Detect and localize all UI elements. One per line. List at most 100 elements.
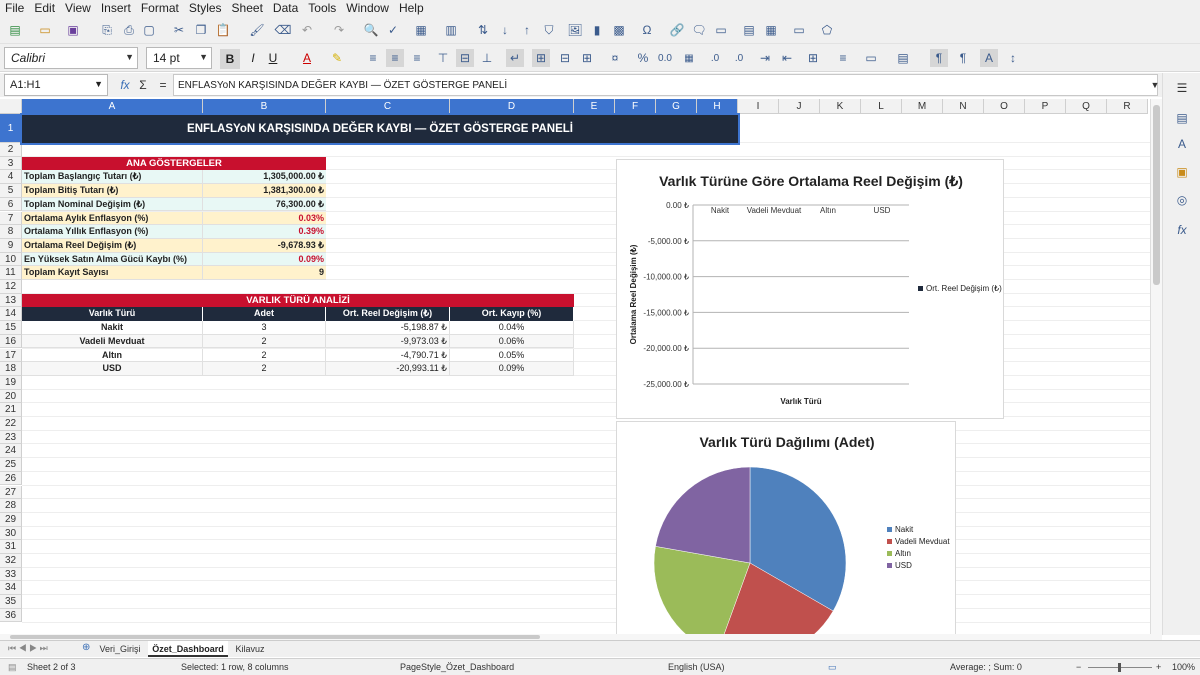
analysis-cell[interactable]: -5,198.87 ₺ — [326, 321, 450, 335]
row-header-36[interactable]: 36 — [0, 608, 22, 623]
column-header-A[interactable]: A — [22, 99, 203, 114]
add-sheet-icon[interactable]: ⊕ — [82, 642, 90, 653]
tab-navigation-arrows[interactable]: ⏮ ◀ ▶ ⏭ — [8, 643, 48, 654]
column-header-J[interactable]: J — [779, 99, 820, 114]
menu-tools[interactable]: Tools — [303, 0, 341, 17]
kpi-label[interactable]: Ortalama Yıllık Enflasyon (%) — [22, 225, 203, 239]
kpi-value[interactable]: 0.03% — [203, 211, 326, 226]
font-name-box[interactable]: Calibri ▼ — [4, 47, 138, 69]
row-header-1[interactable]: 1 — [0, 114, 22, 143]
properties-icon[interactable]: ▤ — [1173, 109, 1191, 127]
sum-icon[interactable]: Σ — [134, 76, 152, 94]
row-header-20[interactable]: 20 — [0, 389, 22, 404]
row-icon[interactable]: ▦ — [412, 21, 430, 39]
gallery-icon[interactable]: ▣ — [1173, 163, 1191, 181]
row-header-30[interactable]: 30 — [0, 526, 22, 541]
column-header-G[interactable]: G — [656, 99, 697, 114]
kpi-label[interactable]: En Yüksek Satın Alma Gücü Kaybı (%) — [22, 252, 203, 267]
kpi-section-header[interactable]: ANA GÖSTERGELER — [22, 156, 326, 171]
analysis-cell[interactable]: 0.09% — [450, 362, 574, 376]
row-header-14[interactable]: 14 — [0, 307, 22, 322]
highlight-color-icon[interactable]: ✎ — [328, 49, 346, 67]
kpi-value[interactable]: 9 — [203, 266, 326, 280]
menu-help[interactable]: Help — [394, 0, 429, 17]
functions-icon[interactable]: fx — [1173, 221, 1191, 239]
column-header-R[interactable]: R — [1107, 99, 1148, 114]
currency-format-icon[interactable]: ¤ — [606, 49, 624, 67]
percent-format-icon[interactable]: % — [634, 49, 652, 67]
column-header-I[interactable]: I — [738, 99, 779, 114]
analysis-cell[interactable]: 0.05% — [450, 348, 574, 363]
vertical-scroll-thumb[interactable] — [1153, 105, 1160, 285]
row-header-3[interactable]: 3 — [0, 156, 22, 171]
font-color-icon[interactable]: A — [298, 49, 316, 67]
menu-insert[interactable]: Insert — [96, 0, 136, 17]
row-header-6[interactable]: 6 — [0, 197, 22, 212]
print-preview-icon[interactable]: ▢ — [140, 21, 158, 39]
row-header-5[interactable]: 5 — [0, 184, 22, 198]
align-top-icon[interactable]: ⊤ — [434, 49, 452, 67]
increase-indent-icon[interactable]: ⇥ — [756, 49, 774, 67]
header-footer-icon[interactable]: ▭ — [712, 21, 730, 39]
zoom-slider-thumb[interactable] — [1118, 663, 1121, 672]
spelling-icon[interactable]: ✓ — [384, 21, 402, 39]
special-character-icon[interactable]: Ω — [638, 21, 656, 39]
selection-mode-icon[interactable]: ▭ — [828, 662, 837, 673]
sort-descending-icon[interactable]: ↑ — [518, 21, 536, 39]
borders-merge-icon[interactable]: ⊞ — [578, 49, 596, 67]
menu-data[interactable]: Data — [268, 0, 303, 17]
chevron-down-icon[interactable]: ▼ — [94, 79, 103, 89]
conditional-format-icon[interactable]: ▤ — [894, 49, 912, 67]
bold-icon[interactable]: B — [220, 49, 240, 69]
kpi-value[interactable]: -9,678.93 ₺ — [203, 238, 326, 253]
sheet-tab-1[interactable]: Veri_Girişi — [94, 641, 146, 657]
row-header-33[interactable]: 33 — [0, 567, 22, 582]
export-pdf-icon[interactable]: ⎘ — [98, 21, 116, 39]
kpi-label[interactable]: Ortalama Reel Değişim (₺) — [22, 238, 203, 253]
row-header-19[interactable]: 19 — [0, 375, 22, 390]
sort-icon[interactable]: ⇅ — [474, 21, 492, 39]
spreadsheet-grid[interactable]: A B C D E F G H I J K L M N O P Q R 1 2 3 4 5 6 7 8 9 10 11 12 13 14 15 1… — [0, 99, 1150, 634]
row-header-27[interactable]: 27 — [0, 485, 22, 500]
row-header-13[interactable]: 13 — [0, 293, 22, 308]
column-icon[interactable]: ▥ — [442, 21, 460, 39]
navigator-icon[interactable]: ◎ — [1173, 191, 1191, 209]
row-header-10[interactable]: 10 — [0, 252, 22, 267]
align-middle-icon[interactable]: ⊟ — [456, 49, 474, 67]
new-document-icon[interactable]: ▤ — [6, 21, 24, 39]
analysis-cell[interactable]: Altın — [22, 348, 203, 363]
border-style-icon[interactable]: ≡ — [834, 49, 852, 67]
kpi-label[interactable]: Toplam Nominal Değişim (₺) — [22, 197, 203, 212]
menu-sheet[interactable]: Sheet — [227, 0, 268, 17]
analysis-cell[interactable]: 0.04% — [450, 321, 574, 335]
page-style[interactable]: PageStyle_Özet_Dashboard — [400, 662, 514, 672]
row-header-9[interactable]: 9 — [0, 238, 22, 253]
paste-icon[interactable]: 📋 — [214, 21, 232, 39]
kpi-label[interactable]: Ortalama Aylık Enflasyon (%) — [22, 211, 203, 226]
zoom-level[interactable]: 100% — [1172, 662, 1195, 672]
column-header-Q[interactable]: Q — [1066, 99, 1107, 114]
row-header-28[interactable]: 28 — [0, 499, 22, 513]
analysis-column-header[interactable]: Ort. Kayıp (%) — [450, 307, 574, 322]
row-header-35[interactable]: 35 — [0, 595, 22, 609]
align-left-icon[interactable]: ≡ — [364, 49, 382, 67]
analysis-cell[interactable]: -9,973.03 ₺ — [326, 334, 450, 349]
function-wizard-icon[interactable]: fx — [116, 76, 134, 94]
analysis-cell[interactable]: -4,790.71 ₺ — [326, 348, 450, 363]
language[interactable]: English (USA) — [668, 662, 725, 672]
hyperlink-icon[interactable]: 🔗 — [668, 21, 686, 39]
column-header-E[interactable]: E — [574, 99, 615, 114]
column-header-L[interactable]: L — [861, 99, 902, 114]
column-header-F[interactable]: F — [615, 99, 656, 114]
analysis-column-header[interactable]: Varlık Türü — [22, 307, 203, 322]
show-draw-functions-icon[interactable]: ⬠ — [818, 21, 836, 39]
kpi-label[interactable]: Toplam Kayıt Sayısı — [22, 266, 203, 280]
freeze-rows-columns-icon[interactable]: ▦ — [762, 21, 780, 39]
sum-display[interactable]: Average: ; Sum: 0 — [950, 662, 1022, 672]
analysis-cell[interactable]: 2 — [203, 362, 326, 376]
column-header-N[interactable]: N — [943, 99, 984, 114]
horizontal-scroll-thumb[interactable] — [10, 635, 540, 639]
vertical-scrollbar[interactable] — [1150, 99, 1162, 634]
analysis-section-header[interactable]: VARLIK TÜRÜ ANALİZİ — [22, 293, 574, 308]
chevron-down-icon[interactable]: ▼ — [125, 52, 134, 62]
